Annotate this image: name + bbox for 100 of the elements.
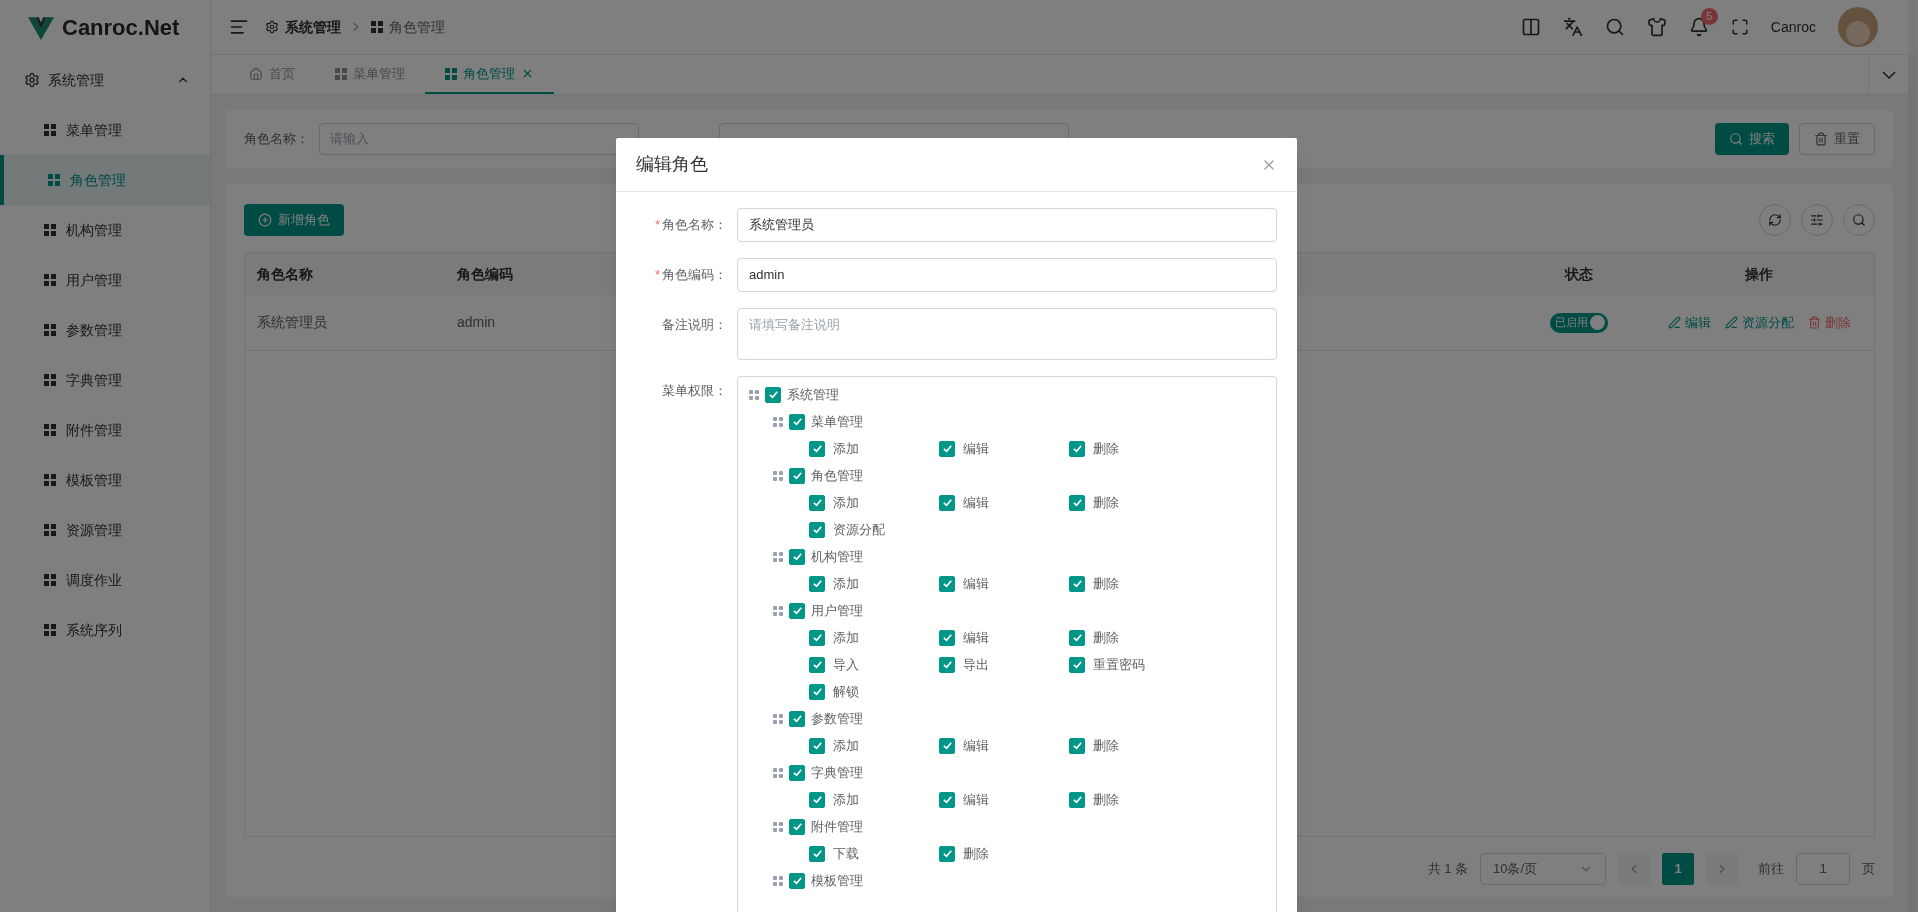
checkmark-icon	[811, 632, 823, 643]
checkbox[interactable]	[809, 845, 825, 862]
text-field[interactable]: 系统管理员	[737, 208, 1277, 242]
text-field[interactable]: admin	[737, 258, 1277, 292]
checkbox[interactable]	[939, 656, 955, 673]
home-icon	[249, 66, 263, 81]
sidebar-item[interactable]: 参数管理	[0, 305, 210, 355]
drag-handle-icon[interactable]	[773, 821, 783, 832]
checkbox[interactable]	[809, 656, 825, 673]
edit-link[interactable]: 编辑	[1667, 312, 1711, 333]
drag-handle-icon[interactable]	[773, 767, 783, 778]
checkbox[interactable]	[939, 791, 955, 808]
checkbox[interactable]	[1069, 575, 1085, 592]
checkbox[interactable]	[809, 575, 825, 592]
drag-handle-icon[interactable]	[773, 470, 783, 481]
drag-handle-icon[interactable]	[773, 713, 783, 724]
checkbox[interactable]	[789, 413, 805, 430]
checkbox[interactable]	[765, 386, 781, 403]
breadcrumb-item: 角色管理	[389, 17, 445, 37]
checkbox[interactable]	[789, 602, 805, 619]
checkbox[interactable]	[809, 494, 825, 511]
menu-icon[interactable]	[229, 17, 249, 37]
column-header: 角色编码	[456, 264, 513, 284]
close-icon[interactable]	[521, 67, 534, 80]
layout-icon[interactable]	[1520, 17, 1541, 37]
permission-label: 编辑	[963, 790, 989, 809]
avatar[interactable]	[1838, 7, 1878, 47]
checkbox[interactable]	[939, 440, 955, 457]
checkbox[interactable]	[809, 521, 825, 538]
checkbox[interactable]	[1069, 656, 1085, 673]
edit-link[interactable]: 资源分配	[1724, 312, 1794, 333]
checkbox[interactable]	[809, 629, 825, 646]
add-role-button[interactable]: 新增角色	[244, 204, 344, 236]
checkbox[interactable]	[809, 440, 825, 457]
drag-handle-icon[interactable]	[773, 605, 783, 616]
sidebar-item[interactable]: 字典管理	[0, 355, 210, 405]
sidebar-item[interactable]: 用户管理	[0, 255, 210, 305]
grid-icon	[335, 67, 347, 80]
user-name[interactable]: Canroc	[1770, 16, 1816, 38]
sidebar-item[interactable]: 机构管理	[0, 205, 210, 255]
checkmark-icon	[941, 443, 953, 454]
tab[interactable]: 角色管理	[425, 55, 554, 94]
dialog-title: 编辑角色	[636, 153, 708, 176]
bell-icon[interactable]	[1688, 17, 1709, 37]
checkbox[interactable]	[789, 548, 805, 565]
checkbox[interactable]	[789, 872, 805, 889]
sidebar-item[interactable]: 系统序列	[0, 605, 210, 655]
checkbox[interactable]	[1069, 440, 1085, 457]
permission-label: 编辑	[963, 439, 989, 458]
shirt-icon[interactable]	[1646, 17, 1667, 37]
tree-node-label: 字典管理	[811, 763, 863, 782]
fullscreen-icon[interactable]	[1730, 18, 1749, 36]
checkbox[interactable]	[1069, 791, 1085, 808]
status-switch[interactable]: 已启用	[1550, 312, 1608, 333]
drag-handle-icon[interactable]	[773, 416, 783, 427]
remark-field[interactable]: 请填写备注说明	[737, 308, 1277, 360]
search-button[interactable]: 搜索	[1715, 123, 1789, 155]
checkbox[interactable]	[939, 629, 955, 646]
grid-icon	[44, 374, 56, 386]
translate-icon[interactable]	[1562, 17, 1583, 37]
checkbox[interactable]	[1069, 494, 1085, 511]
checkbox[interactable]	[809, 737, 825, 754]
search-icon[interactable]	[1604, 17, 1625, 37]
checkmark-icon	[811, 794, 823, 805]
goto-field[interactable]: 1	[1796, 853, 1850, 885]
pen-icon	[1667, 316, 1681, 329]
checkbox[interactable]	[789, 764, 805, 781]
checkmark-icon	[941, 578, 953, 589]
checkbox[interactable]	[809, 683, 825, 700]
checkmark-icon	[941, 740, 953, 751]
permission-label: 添加	[833, 493, 859, 512]
sidebar-item[interactable]: 资源管理	[0, 505, 210, 555]
permission-label: 删除	[1093, 790, 1119, 809]
breadcrumb-item[interactable]: 系统管理	[285, 16, 341, 38]
page-size-select[interactable]: 10条/页	[1480, 853, 1606, 885]
checkbox[interactable]	[939, 845, 955, 862]
checkbox[interactable]	[809, 791, 825, 808]
checkbox[interactable]	[789, 818, 805, 835]
sidebar-item[interactable]: 附件管理	[0, 405, 210, 455]
chevron-down-icon	[1881, 70, 1896, 79]
page-button[interactable]: 1	[1662, 853, 1694, 885]
drag-handle-icon[interactable]	[773, 875, 783, 886]
checkbox[interactable]	[789, 467, 805, 484]
checkbox[interactable]	[789, 710, 805, 727]
checkbox[interactable]	[939, 737, 955, 754]
checkbox[interactable]	[1069, 737, 1085, 754]
checkmark-icon	[791, 470, 803, 481]
sidebar-item[interactable]: 菜单管理	[0, 105, 210, 155]
delete-link[interactable]: 删除	[1807, 312, 1851, 333]
checkbox[interactable]	[939, 494, 955, 511]
permission-label: 导出	[963, 655, 989, 674]
reset-button[interactable]: 重置	[1799, 123, 1875, 155]
sidebar-item[interactable]: 调度作业	[0, 555, 210, 605]
drag-handle-icon[interactable]	[773, 551, 783, 562]
sidebar-item[interactable]: 模板管理	[0, 455, 210, 505]
checkbox[interactable]	[1069, 629, 1085, 646]
drag-handle-icon[interactable]	[749, 389, 759, 400]
checkbox[interactable]	[939, 575, 955, 592]
sidebar-group[interactable]: 系统管理	[0, 55, 210, 105]
sidebar-item[interactable]: 角色管理	[0, 155, 210, 205]
